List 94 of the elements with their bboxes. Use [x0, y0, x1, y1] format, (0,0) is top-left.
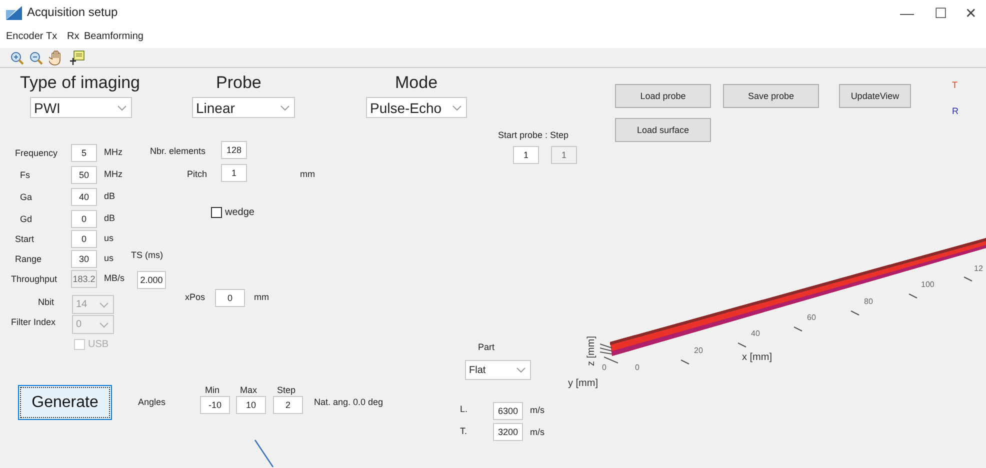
field-label: L.: [460, 404, 468, 414]
dropdown[interactable]: PWI: [30, 97, 132, 118]
dropdown[interactable]: Pulse-Echo: [366, 97, 467, 118]
window-title: Acquisition setup: [27, 5, 118, 19]
action-button[interactable]: Save probe: [723, 84, 819, 108]
input-field[interactable]: 5: [71, 144, 97, 162]
dropdown[interactable]: Linear: [192, 97, 295, 118]
input-field[interactable]: 1: [513, 146, 539, 164]
dropdown[interactable]: Flat: [465, 360, 531, 380]
field-label: Start probe : Step: [498, 130, 569, 140]
unit-label: m/s: [530, 427, 544, 437]
input-field[interactable]: 128: [221, 141, 247, 159]
unit-label: MHz: [104, 147, 122, 157]
unit-label: dB: [104, 191, 116, 201]
input-field[interactable]: 0: [71, 230, 97, 248]
checkbox[interactable]: wedge: [211, 207, 254, 218]
chevron-icon: [452, 104, 462, 110]
field-label: Part: [478, 342, 495, 352]
legend-label: R: [952, 106, 958, 116]
axis-tick-label: 100: [921, 280, 934, 289]
field-label: Throughput: [11, 274, 58, 284]
unit-label: m/s: [530, 405, 544, 415]
unit-label: us: [104, 253, 114, 263]
axis-tick-label: 0: [602, 363, 606, 372]
menu-item[interactable]: Tx: [46, 31, 58, 42]
field-label: Range: [15, 254, 42, 264]
section-heading: Type of imaging: [20, 73, 140, 93]
maximize-button[interactable]: ☐: [930, 3, 952, 23]
input-field[interactable]: 30: [71, 250, 97, 268]
menu-item[interactable]: Rx: [67, 31, 80, 42]
unit-label: us: [104, 233, 114, 243]
zoom-in-icon[interactable]: [10, 51, 24, 65]
section-heading: Mode: [395, 73, 438, 93]
column-heading: Min: [205, 385, 220, 395]
minimize-button[interactable]: —: [896, 3, 918, 23]
input-field[interactable]: 50: [71, 166, 97, 184]
chevron-icon: [99, 322, 109, 328]
zoom-out-icon[interactable]: [29, 51, 43, 65]
field-label: Start: [15, 234, 34, 244]
field-label: xPos: [185, 292, 206, 302]
unit-label: MHz: [104, 169, 122, 179]
axis-label: y [mm]: [568, 378, 598, 389]
axis-tick-label: 12: [974, 264, 983, 273]
section-heading: Probe: [216, 73, 262, 93]
menu-item[interactable]: Beamforming: [84, 31, 144, 42]
input-field[interactable]: 2: [273, 396, 303, 414]
input-field[interactable]: 2.000: [137, 271, 166, 289]
field-label: Nbr. elements: [150, 146, 206, 156]
input-field[interactable]: 10: [236, 396, 266, 414]
column-heading: Step: [277, 385, 296, 395]
axis-label: z [mm]: [586, 336, 597, 366]
unit-label: MB/s: [104, 273, 125, 283]
chevron-icon: [280, 104, 290, 110]
chevron-icon: [117, 104, 127, 110]
unit-label: dB: [104, 213, 116, 223]
input-field[interactable]: 0: [215, 289, 245, 307]
action-button[interactable]: Load probe: [615, 84, 711, 108]
input-field[interactable]: 0: [71, 210, 97, 228]
unit-label: mm: [300, 169, 315, 179]
axis-tick-label: 40: [751, 329, 760, 338]
axis-tick-label: 0: [635, 363, 640, 372]
legend-label: T: [952, 80, 958, 90]
field-label: Gd: [20, 214, 32, 224]
menu-item[interactable]: Encoder: [6, 31, 44, 42]
chevron-icon: [516, 367, 526, 373]
field-label: Filter Index: [11, 317, 56, 327]
generate-button[interactable]: Generate: [18, 385, 112, 420]
axis-tick-label: 20: [694, 346, 703, 355]
field-label: Fs: [20, 170, 30, 180]
axis-tick-label: 80: [864, 297, 873, 306]
field-label: Angles: [138, 397, 166, 407]
field-label: Nbit: [38, 297, 54, 307]
action-button[interactable]: UpdateView: [839, 84, 911, 108]
action-button[interactable]: Load surface: [615, 118, 711, 142]
close-button[interactable]: ✕: [960, 3, 982, 23]
app-icon: [6, 6, 22, 20]
column-heading: Max: [240, 385, 258, 395]
field-label: Frequency: [15, 148, 58, 158]
field-label: T.: [460, 426, 468, 436]
input-field[interactable]: -10: [200, 396, 230, 414]
input-field[interactable]: 40: [71, 188, 97, 206]
field-label: TS (ms): [131, 250, 163, 260]
axis-label: x [mm]: [742, 352, 772, 363]
field-label: Ga: [20, 192, 32, 202]
field-label: Pitch: [187, 169, 208, 179]
input-field[interactable]: 3200: [493, 423, 523, 441]
angle-note: Nat. ang. 0.0 deg: [314, 397, 384, 407]
data-cursor-icon[interactable]: [69, 50, 85, 66]
input-field[interactable]: 1: [221, 164, 247, 182]
input-field[interactable]: 6300: [493, 402, 523, 420]
unit-label: mm: [254, 292, 269, 302]
plot-line: [254, 439, 274, 468]
axis-tick-label: 60: [807, 313, 816, 322]
chevron-icon: [99, 302, 109, 308]
